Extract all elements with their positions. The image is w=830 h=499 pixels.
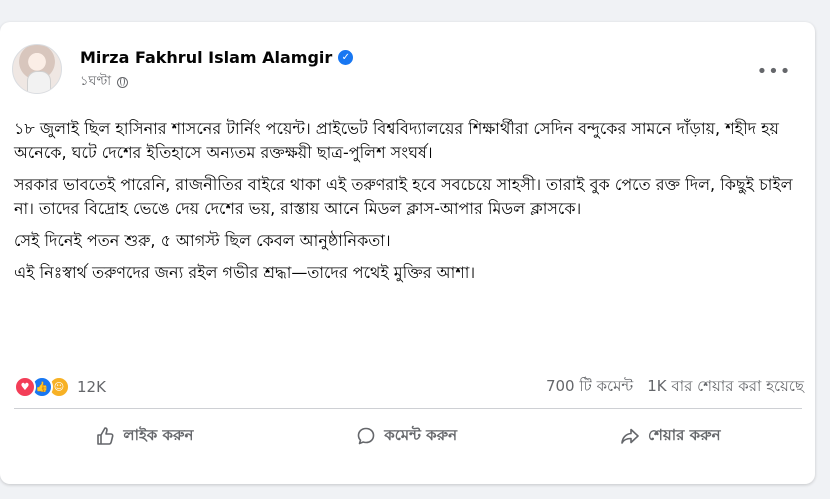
author-row: Mirza Fakhrul Islam Alamgir ✓: [80, 48, 354, 67]
globe-icon: [117, 77, 129, 88]
author-name[interactable]: Mirza Fakhrul Islam Alamgir: [80, 48, 332, 67]
post-stats: ♥ 👍 ☺ 12K 700 টি কমেন্ট 1K বার শেয়ার কর…: [14, 374, 804, 400]
reaction-count[interactable]: 12K: [77, 378, 106, 396]
reaction-icons[interactable]: ♥ 👍 ☺: [14, 376, 70, 398]
share-label: শেয়ার করুন: [647, 425, 721, 444]
more-options-button[interactable]: •••: [756, 56, 792, 86]
post-body: ১৮ জুলাই ছিল হাসিনার শাসনের টার্নিং পয়ে…: [14, 117, 804, 293]
comment-label: কমেন্ট করুন: [384, 425, 458, 444]
actions-divider: [14, 408, 802, 409]
comment-count[interactable]: 700 টি কমেন্ট: [546, 375, 633, 400]
author-avatar[interactable]: [12, 44, 62, 94]
post-card: Mirza Fakhrul Islam Alamgir ✓ ১ঘণ্টা •••…: [0, 22, 815, 484]
post-meta: ১ঘণ্টা: [80, 72, 129, 93]
post-paragraph: সরকার ভাবতেই পারেনি, রাজনীতির বাইরে থাকা…: [14, 175, 793, 218]
comment-button[interactable]: কমেন্ট করুন: [332, 418, 481, 455]
share-count[interactable]: 1K বার শেয়ার করা হয়েছে: [647, 375, 804, 400]
share-button[interactable]: শেয়ার করুন: [596, 418, 745, 455]
share-icon: [620, 426, 640, 446]
post-paragraph: এই নিঃস্বার্থ তরুণদের জন্য রইল গভীর শ্রদ…: [14, 263, 476, 282]
post-paragraph: সেই দিনেই পতন শুরু, ৫ আগস্ট ছিল কেবল আনু…: [14, 231, 391, 250]
verified-badge-icon: ✓: [338, 50, 354, 65]
avatar-figure: [27, 71, 51, 93]
engagement-counts: 700 টি কমেন্ট 1K বার শেয়ার করা হয়েছে: [546, 375, 804, 400]
like-button[interactable]: লাইক করুন: [71, 418, 217, 455]
like-icon: [95, 426, 115, 446]
more-options-icon: •••: [756, 60, 792, 82]
like-label: লাইক করুন: [123, 425, 194, 444]
post-time[interactable]: ১ঘণ্টা: [80, 72, 111, 93]
action-bar: লাইক করুন কমেন্ট করুন শেয়ার করুন: [14, 416, 802, 456]
post-paragraph: ১৮ জুলাই ছিল হাসিনার শাসনের টার্নিং পয়ে…: [14, 119, 779, 162]
comment-icon: [356, 426, 376, 446]
love-reaction-icon: ♥: [14, 376, 36, 398]
